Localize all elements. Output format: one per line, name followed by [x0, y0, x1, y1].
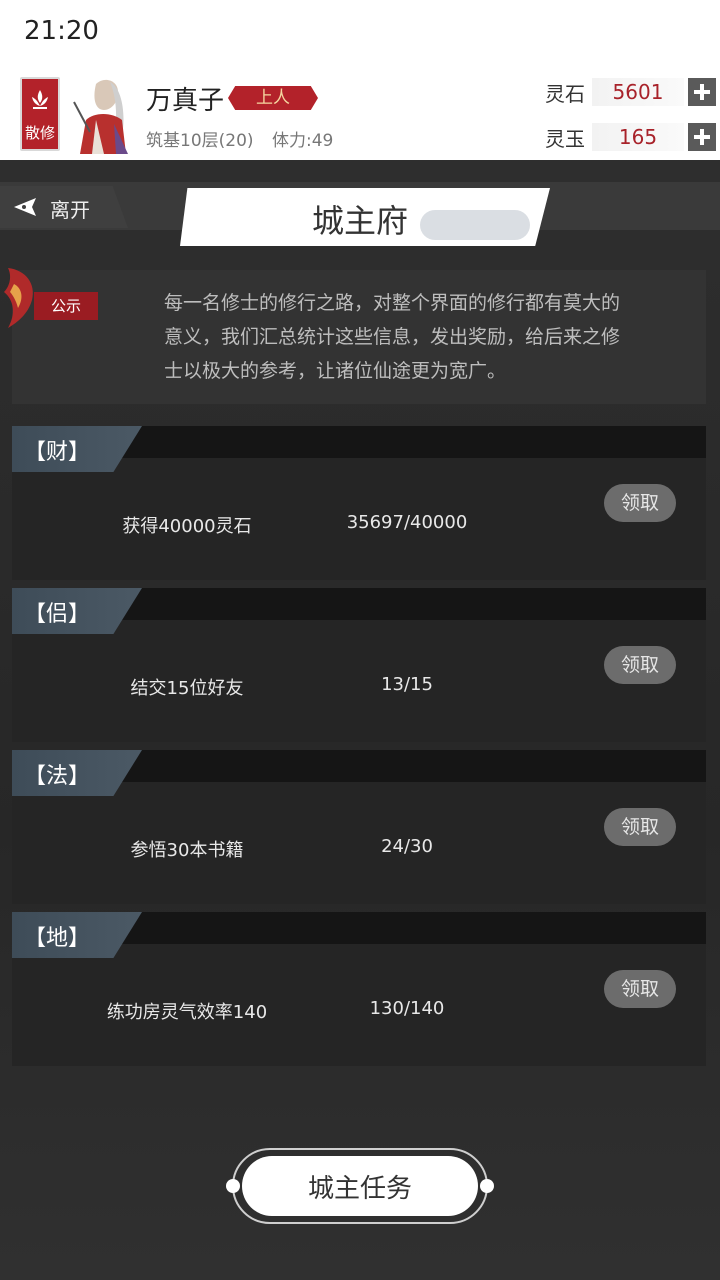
task-description: 练功房灵气效率140 [106, 1002, 268, 1023]
sect-label: 散修 [24, 124, 55, 142]
rank-tag: 上人 [228, 86, 318, 110]
city-lord-task-button[interactable]: 城主任务 [226, 1148, 494, 1224]
claim-button[interactable]: 领取 [604, 484, 676, 522]
task-description: 获得40000灵石 [122, 516, 252, 537]
back-arrow-icon [14, 198, 36, 216]
spirit-jade-value: 165 [592, 123, 684, 151]
add-spirit-jade-button[interactable] [688, 123, 716, 151]
notice-board: 公示 每一名修士的修行之路，对整个界面的修行都有莫大的意义，我们汇总统计这些信息… [4, 268, 706, 404]
status-bar: 21:20 [0, 0, 720, 68]
task-card-dharma: 【法】 参悟30本书籍 24/30 领取 [12, 750, 706, 904]
notice-text: 每一名修士的修行之路，对整个界面的修行都有莫大的意义，我们汇总统计这些信息，发出… [164, 292, 621, 382]
task-progress: 24/30 [381, 836, 433, 857]
city-lord-task-label: 城主任务 [307, 1174, 412, 1204]
back-button[interactable]: 离开 [0, 186, 128, 228]
task-card-companion: 【侣】 结交15位好友 13/15 领取 [12, 588, 706, 742]
task-progress: 130/140 [369, 998, 445, 1019]
task-category-tab: 【地】 [12, 912, 142, 958]
task-category: 【财】 [24, 440, 91, 465]
sect-badge[interactable]: 散修 [20, 77, 60, 151]
spirit-stone-label: 灵石 [545, 82, 585, 106]
task-description: 参悟30本书籍 [130, 840, 244, 861]
stamina: 体力:49 [272, 131, 334, 151]
task-progress: 13/15 [381, 674, 433, 695]
city-lord-mansion-panel: 城主府 离开 公示 每一名修士的修行之路，对整个界面的修行都有莫大的意义，我们汇… [0, 160, 720, 1280]
task-category: 【地】 [24, 926, 91, 951]
page-title: 城主府 [311, 202, 408, 240]
back-label: 离开 [50, 198, 90, 222]
lotus-icon [32, 90, 48, 109]
avatar[interactable] [66, 74, 140, 154]
player-name: 万真子 [146, 86, 225, 116]
task-card-land: 【地】 练功房灵气效率140 130/140 领取 [12, 912, 706, 1066]
claim-button[interactable]: 领取 [604, 646, 676, 684]
task-category-tab: 【财】 [12, 426, 142, 472]
task-category-tab: 【侣】 [12, 588, 142, 634]
task-category: 【侣】 [24, 602, 91, 627]
player-header: 散修 万真子 上人 筑基10层(20) 体力:49 灵石 5601 灵玉 165 [0, 68, 720, 160]
claim-button[interactable]: 领取 [604, 808, 676, 846]
task-description: 结交15位好友 [130, 678, 244, 699]
claim-button[interactable]: 领取 [604, 970, 676, 1008]
task-category-tab: 【法】 [12, 750, 142, 796]
spirit-stone-value: 5601 [592, 78, 684, 106]
add-spirit-stone-button[interactable] [688, 78, 716, 106]
task-progress: 35697/40000 [346, 512, 468, 533]
notice-tag: 公示 [34, 292, 98, 320]
spirit-jade-label: 灵玉 [545, 127, 585, 151]
status-time: 21:20 [24, 16, 99, 46]
realm-level: 筑基10层(20) [146, 131, 254, 151]
task-category: 【法】 [24, 764, 91, 789]
task-card-wealth: 【财】 获得40000灵石 35697/40000 领取 [12, 426, 706, 580]
